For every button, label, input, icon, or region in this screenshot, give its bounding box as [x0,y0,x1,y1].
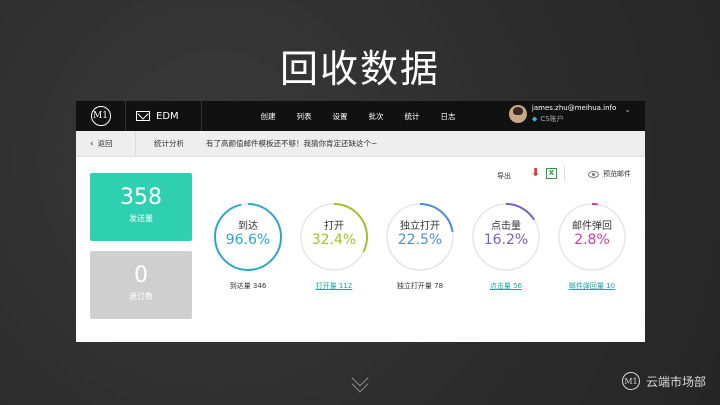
stat-caption[interactable]: 打开量 112 [288,281,380,291]
stat-caption[interactable]: 点击量 56 [460,281,552,291]
section-title: 统计分析 [154,139,184,148]
stat-1: 打开 32.4% 打开量 112 [298,201,370,291]
stat-percent: 32.4% [311,232,357,248]
preview-email-button[interactable]: 预览邮件 [588,169,631,179]
main-nav: 创建 列表 设置 批次 统计 日志 [250,111,466,122]
stat-label: 到达 [238,221,258,232]
stat-label: 点击量 [491,221,521,232]
user-email: james.zhu@meihua.info [531,104,617,112]
eye-icon [588,170,599,178]
product-name: EDM [156,110,179,122]
sent-label: 发送量 [129,214,153,223]
brand-footer: M1 云端市场部 [621,372,706,390]
mail-icon [136,111,150,121]
stat-percent: 22.5% [397,232,443,248]
back-button[interactable]: ‹ 返回 [76,130,136,157]
brand-name: 云端市场部 [645,374,706,389]
stat-percent: 16.2% [483,232,529,248]
back-label: 返回 [97,139,113,148]
stat-caption[interactable]: 邮件弹回量 10 [546,281,638,291]
slide-title: 回收数据 [279,47,440,91]
top-nav-bar: M1 EDM 创建 列表 设置 批次 统计 日志 james.zhu@meihu… [76,101,645,131]
stat-percent: 96.6% [225,232,271,248]
avatar [508,105,527,123]
export-label: 导出 [497,172,511,180]
product-switcher[interactable]: EDM [126,101,202,131]
nav-statistics[interactable]: 统计 [394,111,430,122]
excel-export-icon[interactable]: X [546,168,557,179]
stat-3: 点击量 16.2% 点击量 56 [470,201,542,291]
stat-label: 邮件弹回 [572,221,612,232]
nav-create[interactable]: 创建 [250,111,286,122]
preview-label: 预览邮件 [603,170,631,178]
stat-0: 到达 96.6% 到达量 346 [212,201,284,291]
stat-percent: 2.8% [574,232,610,248]
edm-app-window: M1 EDM 创建 列表 设置 批次 统计 日志 james.zhu@meihu… [76,101,645,342]
scroll-down-icon[interactable] [350,369,372,393]
user-role: CS账户 [540,115,564,123]
chevron-left-icon: ‹ [90,138,94,149]
promo-banner[interactable]: 有了高颜值邮件模板还不够！我猜你肯定还缺这个~ [206,138,377,149]
chevron-down-icon: ⌄ [624,104,631,114]
sent-value: 358 [120,185,162,210]
stat-2: 独立打开 22.5% 独立打开量 78 [384,201,456,291]
pdf-export-icon[interactable]: ⬇ [531,167,541,179]
stat-label: 独立打开 [400,221,440,232]
user-role-row: ◆ CS账户 [532,114,616,125]
unsubscribe-label: 退订数 [129,292,153,301]
nav-batch[interactable]: 批次 [358,111,394,122]
unsubscribe-card: 0 退订数 [90,251,192,319]
user-menu[interactable]: james.zhu@meihua.info ◆ CS账户 ⌄ [508,103,631,125]
stat-label: 打开 [324,221,344,232]
nav-settings[interactable]: 设置 [322,111,358,122]
stat-caption: 独立打开量 78 [396,282,444,290]
stat-4: 邮件弹回 2.8% 邮件弹回量 10 [556,201,628,291]
toolbar-divider [564,165,565,181]
user-info: james.zhu@meihua.info ◆ CS账户 [532,103,616,125]
m1-logo-icon: M1 [90,106,111,126]
unsubscribe-value: 0 [134,263,148,288]
nav-list[interactable]: 列表 [286,111,322,122]
nav-log[interactable]: 日志 [430,111,466,122]
sent-card: 358 发送量 [90,173,192,241]
brand-logo-icon: M1 [621,372,640,390]
wifi-icon: ◆ [531,115,538,123]
stats-content: 358 发送量 0 退订数 导出 ⬇ X 预览邮件 到达 96.6% 到达量 346… [76,157,645,342]
sub-bar: ‹ 返回 统计分析 有了高颜值邮件模板还不够！我猜你肯定还缺这个~ [76,130,645,157]
app-logo[interactable]: M1 [76,101,126,131]
stat-caption: 到达量 346 [229,282,267,290]
